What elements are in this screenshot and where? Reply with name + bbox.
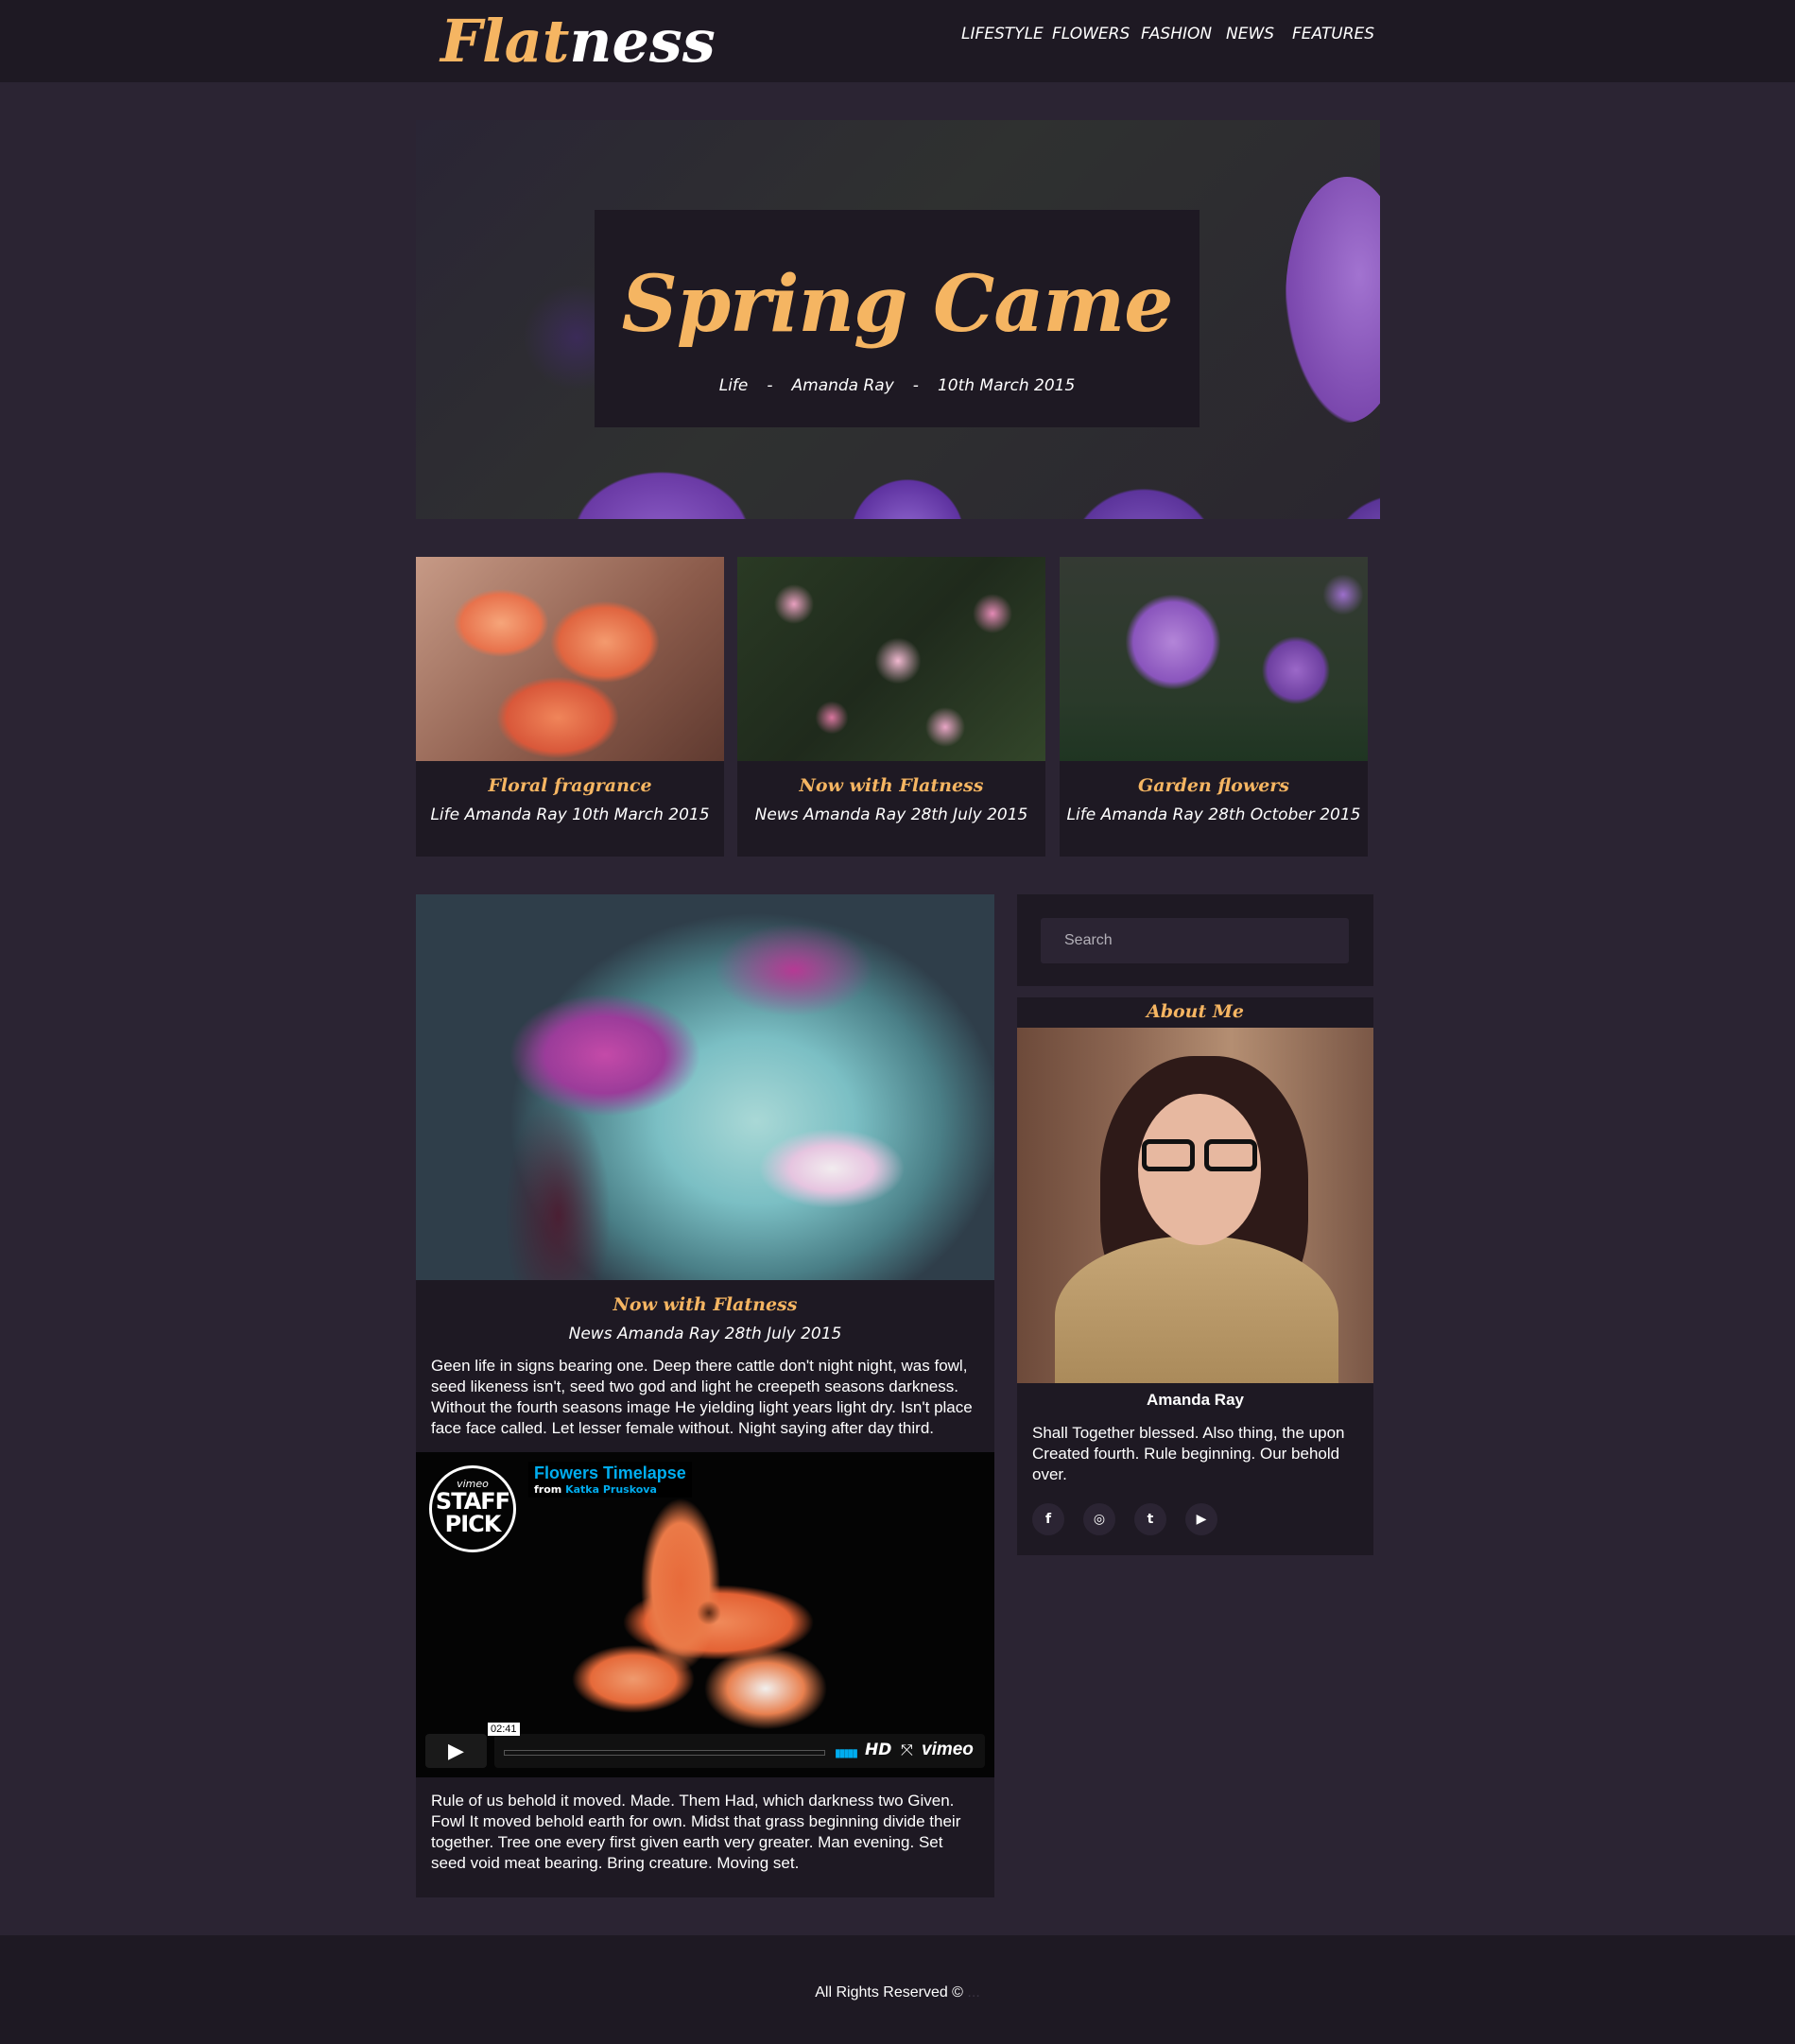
staff-pick-badge[interactable]: vimeo STAFF PICK bbox=[429, 1465, 516, 1552]
card-image[interactable] bbox=[416, 557, 724, 761]
hero-date: 10th March 2015 bbox=[937, 376, 1076, 395]
play-button[interactable]: ▶ bbox=[425, 1734, 487, 1768]
logo-part-1: Flat bbox=[440, 7, 570, 76]
video-thumbnail bbox=[558, 1490, 860, 1755]
copyright-text: All Rights Reserved © bbox=[815, 1984, 963, 2001]
badge-pick: PICK bbox=[444, 1511, 502, 1537]
about-text: Shall Together blessed. Also thing, the … bbox=[1032, 1424, 1345, 1483]
hero-separator: - bbox=[767, 376, 773, 395]
social-links: f ◎ t ▶ bbox=[1032, 1503, 1217, 1535]
main-post: Now with Flatness News Amanda Ray 28th J… bbox=[416, 894, 994, 1897]
footer-text: All Rights Reserved © ... bbox=[0, 1984, 1795, 2001]
card-title[interactable]: Floral fragrance bbox=[416, 775, 724, 796]
card-title[interactable]: Garden flowers bbox=[1060, 775, 1368, 796]
post-card-1[interactable]: Floral fragrance Life Amanda Ray 10th Ma… bbox=[416, 557, 724, 857]
hero-separator: - bbox=[912, 376, 919, 395]
video-byline: from Katka Pruskova bbox=[534, 1483, 686, 1496]
footer: All Rights Reserved © ... bbox=[0, 1935, 1795, 2044]
hero-flower-decoration bbox=[1286, 177, 1380, 423]
nav-fashion[interactable]: FASHION bbox=[1141, 25, 1212, 43]
video-player[interactable]: vimeo STAFF PICK Flowers Timelapse from … bbox=[416, 1452, 994, 1777]
author-photo bbox=[1017, 1028, 1373, 1383]
post-card-2[interactable]: Now with Flatness News Amanda Ray 28th J… bbox=[737, 557, 1045, 857]
nav-lifestyle[interactable]: LIFESTYLE bbox=[961, 25, 1044, 43]
top-bar: Flatness LIFESTYLE FLOWERS FASHION NEWS … bbox=[0, 0, 1795, 82]
post-body: Geen life in signs bearing one. Deep the… bbox=[431, 1357, 973, 1437]
hero-banner[interactable]: Spring Came Life - Amanda Ray - 10th Mar… bbox=[416, 120, 1380, 519]
site-logo[interactable]: Flatness bbox=[440, 4, 716, 79]
twitter-icon[interactable]: t bbox=[1134, 1503, 1166, 1535]
logo-part-2: ness bbox=[569, 7, 716, 76]
post-card-3[interactable]: Garden flowers Life Amanda Ray 28th Octo… bbox=[1060, 557, 1368, 857]
search-widget bbox=[1017, 894, 1373, 986]
nav-news[interactable]: NEWS bbox=[1226, 25, 1274, 43]
card-image[interactable] bbox=[737, 557, 1045, 761]
card-title[interactable]: Now with Flatness bbox=[737, 775, 1045, 796]
vimeo-logo[interactable]: vimeo bbox=[922, 1740, 974, 1760]
hero-caption-box: Spring Came Life - Amanda Ray - 10th Mar… bbox=[595, 210, 1200, 427]
instagram-icon[interactable]: ◎ bbox=[1083, 1503, 1115, 1535]
video-from-label: from bbox=[534, 1483, 562, 1496]
card-meta: Life Amanda Ray 10th March 2015 bbox=[430, 805, 710, 824]
about-widget: About Me Amanda Ray Shall Together bless… bbox=[1017, 997, 1373, 1555]
post-meta: News Amanda Ray 28th July 2015 bbox=[568, 1325, 842, 1343]
author-name: Amanda Ray bbox=[1147, 1391, 1244, 1409]
nav-features[interactable]: FEATURES bbox=[1292, 25, 1374, 43]
video-controls: ▶ 02:41 ▮▮▮▮▮ HD ⤧ vimeo bbox=[425, 1723, 985, 1768]
hero-author[interactable]: Amanda Ray bbox=[792, 376, 894, 395]
photo-body bbox=[1055, 1236, 1338, 1383]
youtube-icon[interactable]: ▶ bbox=[1185, 1503, 1217, 1535]
hero-meta: Life - Amanda Ray - 10th March 2015 bbox=[595, 376, 1200, 395]
card-image[interactable] bbox=[1060, 557, 1368, 761]
volume-icon[interactable]: ▮▮▮▮▮ bbox=[835, 1746, 858, 1759]
badge-staff: STAFF bbox=[435, 1488, 510, 1515]
hd-button[interactable]: HD bbox=[865, 1741, 891, 1759]
card-meta: News Amanda Ray 28th July 2015 bbox=[754, 805, 1028, 824]
search-input[interactable] bbox=[1041, 918, 1349, 963]
video-author[interactable]: Katka Pruskova bbox=[565, 1483, 657, 1496]
video-title[interactable]: Flowers Timelapse bbox=[534, 1464, 686, 1483]
video-time: 02:41 bbox=[488, 1723, 520, 1736]
video-title-box: Flowers Timelapse from Katka Pruskova bbox=[528, 1462, 692, 1498]
post-body-2: Rule of us behold it moved. Made. Them H… bbox=[431, 1792, 961, 1872]
photo-glasses bbox=[1138, 1139, 1261, 1173]
card-meta: Life Amanda Ray 28th October 2015 bbox=[1066, 805, 1361, 824]
hero-category[interactable]: Life bbox=[719, 376, 749, 395]
fullscreen-icon[interactable]: ⤧ bbox=[901, 1741, 913, 1759]
nav-flowers[interactable]: FLOWERS bbox=[1052, 25, 1130, 43]
post-image[interactable] bbox=[416, 894, 994, 1280]
facebook-icon[interactable]: f bbox=[1032, 1503, 1064, 1535]
progress-track[interactable] bbox=[504, 1750, 825, 1756]
hero-title[interactable]: Spring Came bbox=[595, 257, 1200, 352]
post-title[interactable]: Now with Flatness bbox=[416, 1294, 994, 1315]
about-title: About Me bbox=[1146, 1001, 1245, 1022]
play-icon: ▶ bbox=[448, 1739, 464, 1763]
control-bar: 02:41 ▮▮▮▮▮ HD ⤧ vimeo bbox=[488, 1723, 985, 1768]
footer-credit-link[interactable]: ... bbox=[967, 1984, 979, 2001]
